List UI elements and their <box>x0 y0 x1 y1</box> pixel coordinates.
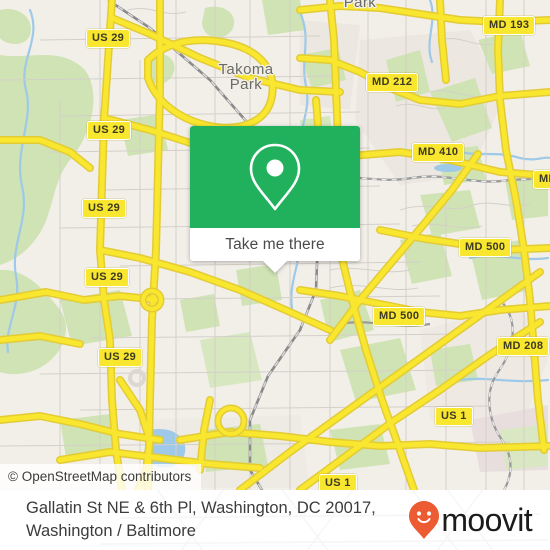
footer-bar: Gallatin St NE & 6th Pl, Washington, DC … <box>0 490 550 550</box>
road-shield-us29: US 29 <box>86 29 131 48</box>
moovit-wordmark: moovit <box>441 502 532 538</box>
address-line-2: Washington / Baltimore <box>26 522 196 540</box>
road-shield-us1: US 1 <box>319 474 357 490</box>
address-line-1: Gallatin St NE & 6th Pl, Washington, DC … <box>26 499 376 517</box>
road-shield-us29: US 29 <box>87 121 132 140</box>
attribution-text: © OpenStreetMap contributors <box>8 469 192 484</box>
address-text: Gallatin St NE & 6th Pl, Washington, DC … <box>26 497 376 543</box>
map-popup[interactable]: Take me there <box>190 126 360 273</box>
moovit-pin-icon <box>409 501 440 539</box>
moovit-logo[interactable]: moovit <box>408 500 533 540</box>
popup-tail <box>263 261 287 273</box>
road-shield-md-partial: MD <box>533 170 550 189</box>
take-me-there-label: Take me there <box>225 235 325 253</box>
popup-action[interactable]: Take me there <box>190 228 360 261</box>
road-shield-md193: MD 193 <box>483 16 536 35</box>
road-shield-us29: US 29 <box>98 348 143 367</box>
road-shield-us1: US 1 <box>435 407 473 426</box>
road-shield-md410: MD 410 <box>412 143 465 162</box>
popup-header <box>190 126 360 228</box>
popup-body[interactable]: Take me there <box>190 126 360 261</box>
moovit-map-screen: Takoma Park Park US 29 US 29 US 29 US 29… <box>0 0 550 550</box>
map-attribution[interactable]: © OpenStreetMap contributors <box>0 464 202 490</box>
road-shield-md208: MD 208 <box>497 337 550 356</box>
road-shield-md500: MD 500 <box>459 238 512 257</box>
road-shield-md212: MD 212 <box>366 73 419 92</box>
road-shield-md500: MD 500 <box>373 307 426 326</box>
location-pin-icon <box>249 143 301 211</box>
road-shield-us29: US 29 <box>85 268 130 287</box>
road-shield-us29: US 29 <box>82 199 127 218</box>
map-canvas[interactable]: Takoma Park Park US 29 US 29 US 29 US 29… <box>0 0 550 490</box>
